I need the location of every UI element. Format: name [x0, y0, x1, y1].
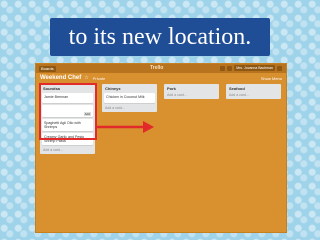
add-icon[interactable] [220, 65, 226, 71]
app-logo[interactable]: Trello [150, 65, 163, 71]
list-title[interactable]: Pork [164, 84, 219, 92]
slide-caption: to its new location. [68, 23, 252, 50]
slide-title-banner: to its new location. [50, 18, 270, 56]
star-icon[interactable]: ☆ [84, 75, 88, 81]
list-title[interactable]: Chineyx [102, 84, 157, 92]
board-header: Weekend Chef ☆ Private Show Menu [36, 73, 286, 83]
list-title[interactable]: Seafood [226, 84, 281, 92]
list-column: Pork Add a card... [164, 84, 219, 99]
card-text: Chicken in Coconut Milk [106, 95, 145, 99]
red-arrow-icon [97, 121, 154, 133]
boards-button[interactable]: Boards [39, 65, 56, 72]
privacy-button[interactable]: Private [93, 76, 105, 81]
trello-board-screenshot: Boards Trello Mrs. Jovanna Bachman Weeke… [35, 63, 287, 233]
info-icon[interactable] [227, 65, 233, 71]
board-title[interactable]: Weekend Chef [40, 75, 81, 81]
add-card-link[interactable]: Add a card... [226, 92, 281, 99]
add-card-link[interactable]: Add a card... [40, 147, 95, 154]
highlight-box [39, 83, 97, 140]
list-column: Seafood Add a card... [226, 84, 281, 99]
app-topbar: Boards Trello Mrs. Jovanna Bachman [36, 64, 286, 73]
card[interactable]: Chicken in Coconut Milk [104, 93, 155, 103]
topbar-right: Mrs. Jovanna Bachman [220, 65, 282, 71]
add-card-link[interactable]: Add a card... [102, 105, 157, 112]
user-menu-button[interactable]: Mrs. Jovanna Bachman [234, 65, 275, 71]
list-column: Chineyx Chicken in Coconut Milk Add a ca… [102, 84, 157, 112]
notifications-icon[interactable] [277, 65, 282, 71]
add-card-link[interactable]: Add a card... [164, 92, 219, 99]
show-menu-button[interactable]: Show Menu [261, 76, 282, 81]
